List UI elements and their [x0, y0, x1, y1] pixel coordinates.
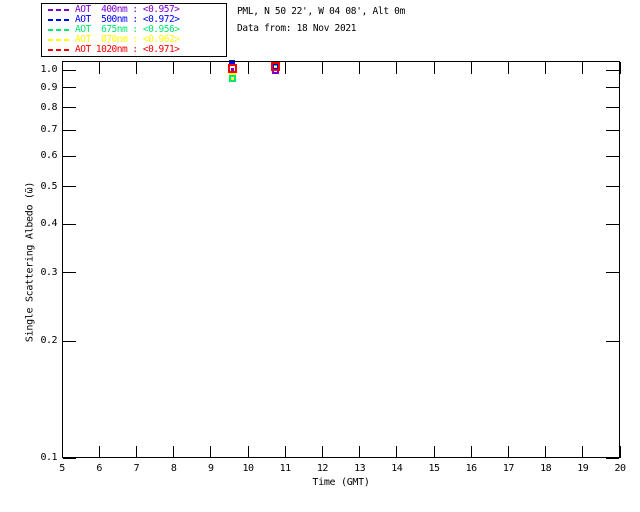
x-tick-label: 15	[428, 463, 440, 474]
legend-dash-line-icon	[48, 49, 70, 51]
x-tick-top	[545, 62, 547, 74]
x-tick-label: 12	[316, 463, 329, 474]
x-tick-top	[433, 62, 435, 74]
legend-dash-line-icon	[48, 29, 70, 31]
legend-box: AOT 400nm : <0.957> AOT 500nm : <0.972> AO…	[41, 3, 227, 57]
y-tick-left	[63, 223, 76, 225]
y-tick-left	[63, 69, 76, 71]
x-tick-bottom	[284, 446, 286, 458]
y-tick-right	[606, 129, 619, 131]
data-marker	[228, 74, 236, 82]
y-tick-left	[63, 87, 76, 89]
y-tick-right	[606, 87, 619, 89]
y-tick-left	[63, 155, 76, 157]
y-tick-label: 0.6	[40, 150, 57, 162]
x-tick-label: 19	[577, 463, 589, 474]
x-tick-label: 18	[540, 463, 552, 474]
x-tick-label: 9	[208, 463, 214, 474]
y-tick-label: 0.3	[40, 266, 57, 278]
ssa-plot-page: AOT 400nm : <0.957> AOT 500nm : <0.972> AO…	[0, 0, 640, 512]
y-tick-left	[63, 340, 76, 342]
x-tick-bottom	[135, 446, 137, 458]
x-tick-bottom	[396, 446, 398, 458]
x-tick-top	[247, 62, 249, 74]
y-tick-label: 0.7	[40, 124, 57, 136]
y-tick-label: 1.0	[40, 64, 57, 75]
x-tick-label: 6	[96, 463, 102, 474]
legend-item: AOT 1020nm : <0.971>	[48, 45, 226, 55]
x-tick-label: 16	[465, 463, 478, 474]
x-tick-bottom	[433, 446, 435, 458]
x-tick-bottom	[582, 446, 584, 458]
y-tick-right	[606, 340, 619, 342]
x-tick-label: 17	[502, 463, 515, 474]
x-tick-bottom	[247, 446, 249, 458]
y-tick-right	[606, 223, 619, 225]
data-marker	[270, 62, 280, 72]
x-tick-bottom	[61, 446, 63, 458]
x-tick-bottom	[619, 446, 621, 458]
y-tick-left	[63, 186, 76, 188]
plot-frame	[62, 61, 620, 458]
header-site-text: PML, N 50 22', W 04 08', Alt 0m	[237, 6, 406, 17]
data-marker	[230, 67, 234, 71]
x-tick-bottom	[359, 446, 361, 458]
x-tick-top	[470, 62, 472, 74]
y-tick-right	[606, 107, 619, 109]
legend-dash-line-icon	[48, 39, 70, 41]
y-tick-right	[606, 155, 619, 157]
x-tick-bottom	[545, 446, 547, 458]
x-tick-top	[359, 62, 361, 74]
x-tick-top	[98, 62, 100, 74]
legend-item-label: AOT 1020nm : <0.971>	[75, 44, 180, 55]
x-tick-label: 5	[59, 463, 65, 474]
x-tick-top	[210, 62, 212, 74]
y-tick-left	[63, 129, 76, 131]
y-tick-left	[63, 107, 76, 109]
x-tick-top	[173, 62, 175, 74]
y-tick-label: 0.2	[40, 335, 57, 347]
y-tick-label: 0.1	[40, 452, 57, 463]
x-tick-label: 7	[133, 463, 140, 474]
x-tick-top	[582, 62, 584, 74]
x-tick-top	[619, 62, 621, 74]
y-tick-label: 0.9	[40, 81, 57, 93]
x-tick-label: 14	[391, 463, 403, 474]
x-tick-bottom	[470, 446, 472, 458]
y-tick-label: 0.8	[40, 101, 57, 113]
x-tick-label: 8	[170, 463, 177, 474]
x-tick-label: 10	[242, 463, 254, 474]
x-tick-bottom	[321, 446, 323, 458]
x-tick-label: 11	[279, 463, 292, 474]
x-tick-label: 20	[614, 463, 626, 474]
y-tick-left	[63, 272, 76, 274]
legend-dash-line-icon	[48, 19, 70, 21]
x-tick-top	[284, 62, 286, 74]
x-tick-bottom	[507, 446, 509, 458]
y-tick-right	[606, 186, 619, 188]
x-tick-bottom	[210, 446, 212, 458]
header-date-text: Data from: 18 Nov 2021	[237, 23, 357, 34]
x-tick-bottom	[173, 446, 175, 458]
y-tick-right	[606, 69, 619, 71]
y-tick-label: 0.4	[40, 218, 57, 230]
x-tick-top	[507, 62, 509, 74]
y-tick-right	[606, 457, 619, 459]
y-tick-left	[63, 457, 76, 459]
y-axis-title: Single Scattering Albedo (ῶ)	[24, 181, 36, 343]
x-tick-top	[61, 62, 63, 74]
y-tick-right	[606, 272, 619, 274]
x-tick-bottom	[98, 446, 100, 458]
x-tick-label: 13	[354, 463, 366, 474]
legend-dash-line-icon	[48, 9, 70, 11]
x-axis-title: Time (GMT)	[312, 477, 370, 488]
y-tick-label: 0.5	[40, 180, 57, 192]
x-tick-top	[321, 62, 323, 74]
x-tick-top	[135, 62, 137, 74]
x-tick-top	[396, 62, 398, 74]
